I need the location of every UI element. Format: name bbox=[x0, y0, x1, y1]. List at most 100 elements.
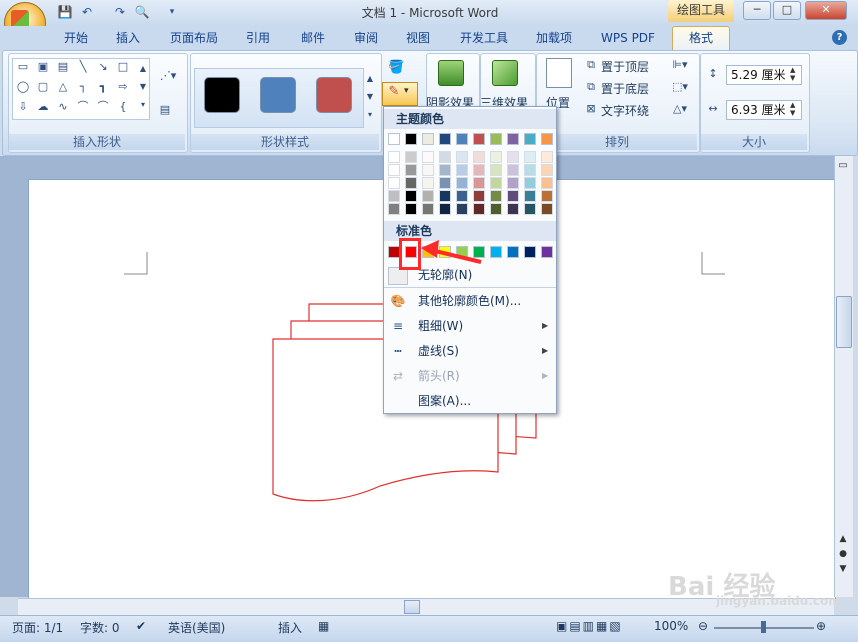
theme-color-tint-swatch[interactable] bbox=[422, 203, 434, 215]
proofing-icon[interactable]: ✔ bbox=[136, 619, 146, 633]
3d-effects-icon[interactable] bbox=[492, 60, 518, 86]
theme-color-tint-swatch[interactable] bbox=[524, 177, 536, 189]
theme-color-tint-swatch[interactable] bbox=[405, 177, 417, 189]
theme-color-swatch[interactable] bbox=[456, 133, 468, 145]
textbox-shape-icon[interactable]: ▭ bbox=[16, 61, 30, 73]
theme-color-tint-swatch[interactable] bbox=[388, 164, 400, 176]
weight-item[interactable]: ≡ 粗细(W) ▶ bbox=[384, 314, 556, 338]
theme-color-tint-swatch[interactable] bbox=[422, 164, 434, 176]
theme-color-tint-swatch[interactable] bbox=[507, 151, 519, 163]
browse-buttons-icon[interactable]: ▲ ● ▼ bbox=[836, 532, 850, 577]
save-icon[interactable]: 💾 bbox=[57, 4, 73, 20]
style-swatch-blue[interactable] bbox=[260, 77, 296, 113]
triangle-shape-icon[interactable]: △ bbox=[56, 81, 70, 93]
theme-color-tint-swatch[interactable] bbox=[524, 190, 536, 202]
pattern-item[interactable]: 图案(A)... bbox=[384, 389, 556, 413]
tab-developer[interactable]: 开发工具 bbox=[452, 29, 516, 49]
edit-shape-icon[interactable]: ⋰▾ bbox=[157, 70, 179, 82]
ruler-toggle-icon[interactable]: ▭ bbox=[836, 160, 850, 174]
standard-color-swatch[interactable] bbox=[490, 246, 502, 258]
page-count[interactable]: 页面: 1/1 bbox=[12, 619, 63, 636]
theme-color-tint-swatch[interactable] bbox=[456, 164, 468, 176]
elbow-connector-icon[interactable]: ┐ bbox=[76, 81, 90, 93]
theme-color-swatch[interactable] bbox=[473, 133, 485, 145]
theme-color-tint-swatch[interactable] bbox=[473, 190, 485, 202]
standard-color-swatch[interactable] bbox=[541, 246, 553, 258]
brace-shape-icon[interactable]: { bbox=[116, 101, 130, 113]
theme-color-tint-swatch[interactable] bbox=[473, 151, 485, 163]
close-button[interactable]: ✕ bbox=[805, 1, 847, 20]
down-arrow-shape-icon[interactable]: ⇩ bbox=[16, 101, 30, 113]
callout-shape-icon[interactable]: ☁ bbox=[36, 101, 50, 113]
dashes-item[interactable]: ┅ 虚线(S) ▶ bbox=[384, 339, 556, 363]
theme-color-tint-swatch[interactable] bbox=[405, 151, 417, 163]
tab-format[interactable]: 格式 bbox=[672, 26, 730, 52]
rotate-icon[interactable]: △▾ bbox=[668, 103, 692, 115]
theme-color-tint-swatch[interactable] bbox=[490, 203, 502, 215]
tab-references[interactable]: 引用 bbox=[238, 29, 278, 49]
tab-mailings[interactable]: 邮件 bbox=[293, 29, 333, 49]
width-spinner-icon[interactable]: ▲ ▼ bbox=[790, 101, 795, 117]
theme-color-tint-swatch[interactable] bbox=[439, 151, 451, 163]
tab-insert[interactable]: 插入 bbox=[108, 29, 148, 49]
tab-addins[interactable]: 加载项 bbox=[527, 29, 581, 49]
theme-color-swatch[interactable] bbox=[439, 133, 451, 145]
styles-more-icon[interactable]: ▲ ▼ ▾ bbox=[364, 70, 376, 124]
theme-color-tint-swatch[interactable] bbox=[388, 190, 400, 202]
theme-color-tint-swatch[interactable] bbox=[541, 177, 553, 189]
language-status[interactable]: 英语(美国) bbox=[168, 619, 225, 636]
zoom-in-icon[interactable]: ⊕ bbox=[816, 619, 826, 633]
curve-shape-icon[interactable]: ⌒ bbox=[76, 101, 90, 113]
text-wrap-button[interactable]: 文字环绕 bbox=[601, 102, 649, 119]
theme-color-tint-swatch[interactable] bbox=[507, 164, 519, 176]
arc-shape-icon[interactable]: ⌒ bbox=[96, 101, 110, 113]
picture-shape-icon[interactable]: ▣ bbox=[36, 61, 50, 73]
shadow-effects-icon[interactable] bbox=[438, 60, 464, 86]
theme-color-swatch[interactable] bbox=[490, 133, 502, 145]
theme-color-tint-swatch[interactable] bbox=[456, 203, 468, 215]
theme-color-tint-swatch[interactable] bbox=[507, 190, 519, 202]
theme-color-tint-swatch[interactable] bbox=[541, 203, 553, 215]
theme-color-tint-swatch[interactable] bbox=[388, 177, 400, 189]
theme-color-tint-swatch[interactable] bbox=[456, 177, 468, 189]
elbow-arrow-connector-icon[interactable]: ┓ bbox=[96, 81, 110, 93]
maximize-button[interactable]: □ bbox=[773, 1, 801, 20]
theme-color-tint-swatch[interactable] bbox=[473, 203, 485, 215]
tab-page-layout[interactable]: 页面布局 bbox=[162, 29, 226, 49]
position-icon[interactable] bbox=[546, 58, 572, 88]
oval-shape-icon[interactable]: ◯ bbox=[16, 81, 30, 93]
theme-color-tint-swatch[interactable] bbox=[473, 177, 485, 189]
theme-color-tint-swatch[interactable] bbox=[405, 164, 417, 176]
theme-color-tint-swatch[interactable] bbox=[524, 164, 536, 176]
theme-color-tint-swatch[interactable] bbox=[490, 177, 502, 189]
theme-color-tint-swatch[interactable] bbox=[490, 164, 502, 176]
theme-color-swatch[interactable] bbox=[388, 133, 400, 145]
style-swatch-red[interactable] bbox=[316, 77, 352, 113]
theme-color-tint-swatch[interactable] bbox=[405, 203, 417, 215]
customize-icon[interactable]: ▾ bbox=[164, 4, 180, 20]
arrow-line-shape-icon[interactable]: ↘ bbox=[96, 61, 110, 73]
theme-color-tint-swatch[interactable] bbox=[422, 151, 434, 163]
freeform-shape-icon[interactable]: ∿ bbox=[56, 101, 70, 113]
vertical-text-shape-icon[interactable]: ▤ bbox=[56, 61, 70, 73]
draw-textbox-icon[interactable]: ▤ bbox=[157, 104, 173, 116]
rectangle-shape-icon[interactable]: □ bbox=[116, 61, 130, 73]
more-outline-colors-item[interactable]: 🎨 其他轮廓颜色(M)... bbox=[384, 289, 556, 313]
print-preview-icon[interactable]: 🔍 bbox=[134, 4, 150, 20]
shapes-more-icon[interactable]: ▲ ▼ ▾ bbox=[138, 60, 148, 116]
zoom-level[interactable]: 100% bbox=[654, 619, 688, 633]
vertical-scroll-thumb[interactable] bbox=[836, 296, 852, 348]
send-back-button[interactable]: 置于底层 bbox=[601, 80, 649, 97]
minimize-button[interactable]: ─ bbox=[743, 1, 771, 20]
theme-color-tint-swatch[interactable] bbox=[456, 151, 468, 163]
line-shape-icon[interactable]: ╲ bbox=[76, 61, 90, 73]
undo-icon[interactable]: ↶ bbox=[79, 4, 95, 20]
tab-wps-pdf[interactable]: WPS PDF bbox=[593, 29, 663, 49]
theme-color-swatch[interactable] bbox=[507, 133, 519, 145]
theme-color-swatch[interactable] bbox=[405, 133, 417, 145]
theme-color-tint-swatch[interactable] bbox=[541, 151, 553, 163]
theme-color-tint-swatch[interactable] bbox=[524, 203, 536, 215]
theme-color-swatch[interactable] bbox=[524, 133, 536, 145]
tab-home[interactable]: 开始 bbox=[56, 29, 96, 49]
right-arrow-shape-icon[interactable]: ⇨ bbox=[116, 81, 130, 93]
